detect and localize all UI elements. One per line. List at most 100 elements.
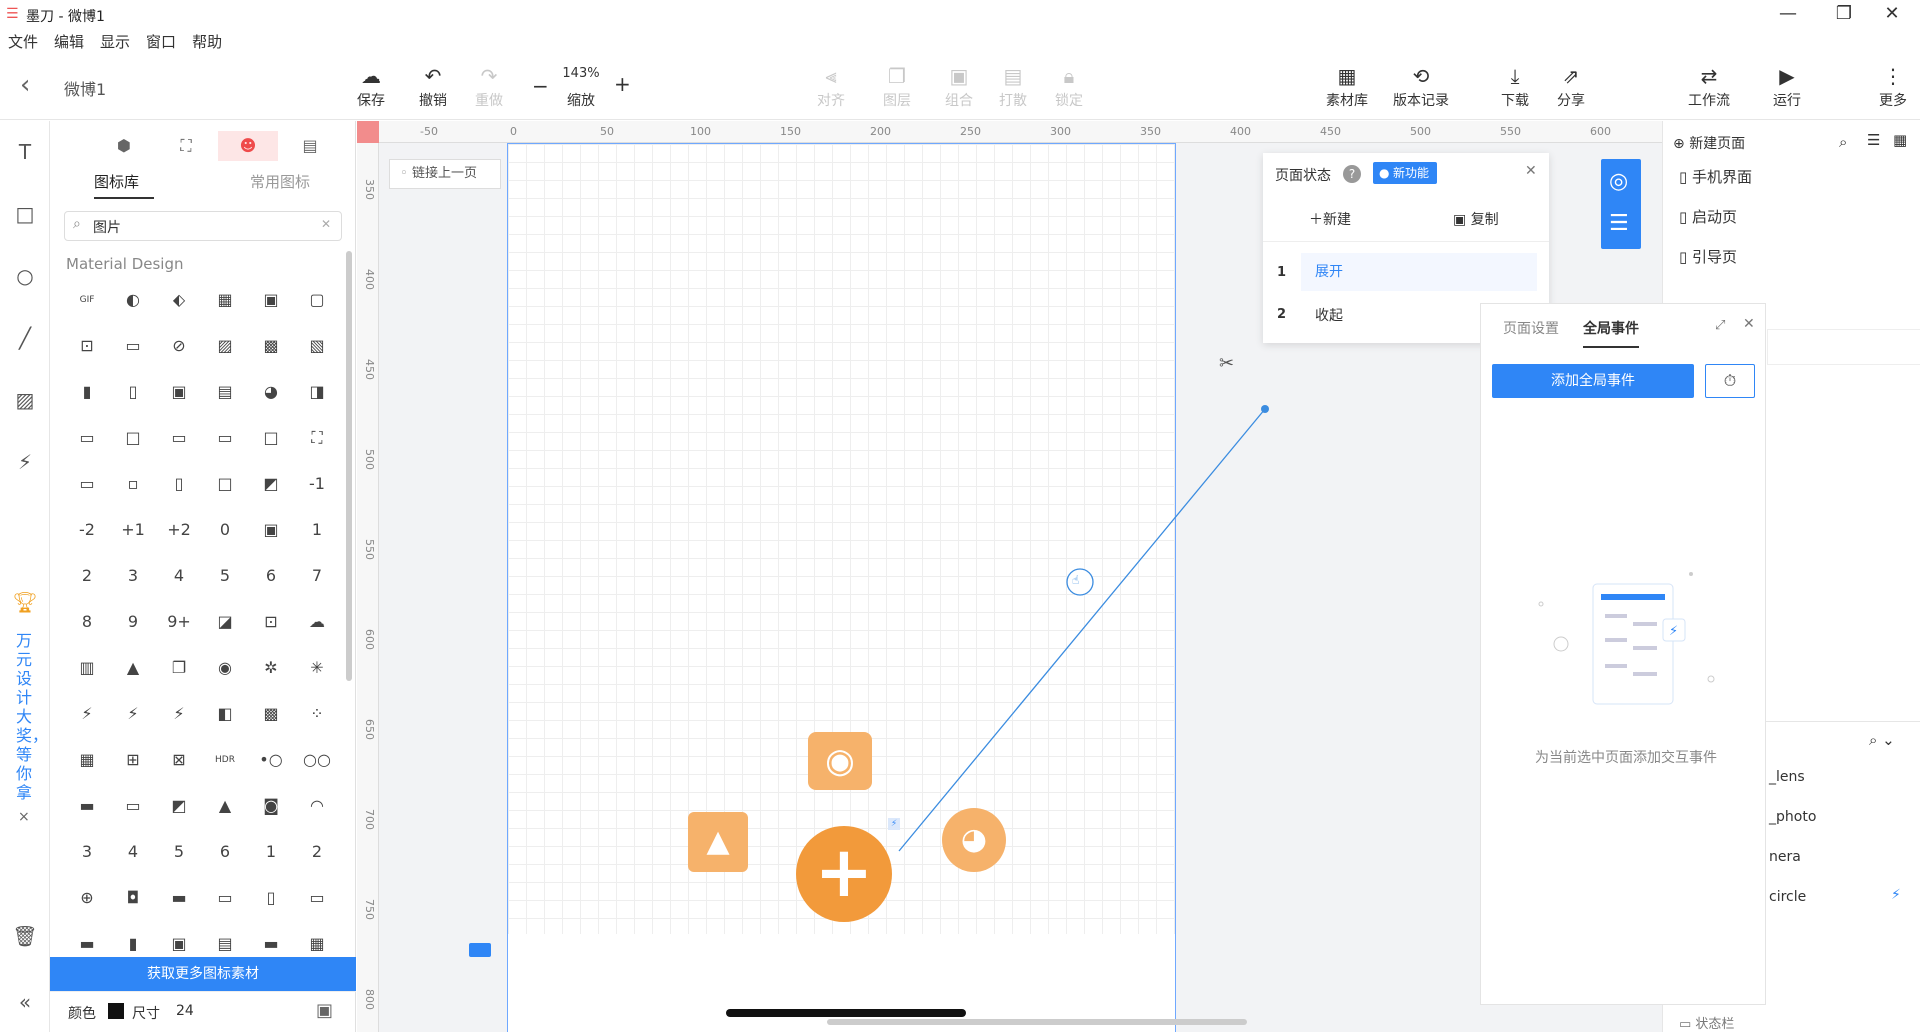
- group-button[interactable]: ▣ 组合: [934, 62, 984, 110]
- icon-grid-item[interactable]: 3: [110, 553, 156, 599]
- share-button[interactable]: ⇗ 分享: [1546, 62, 1596, 110]
- icon-grid-item[interactable]: ○○: [294, 737, 340, 783]
- collapse-icon[interactable]: «: [10, 987, 40, 1017]
- icon-grid-item[interactable]: GIF: [64, 277, 110, 323]
- icon-grid-item[interactable]: -1: [294, 461, 340, 507]
- page-item-splash[interactable]: ▯ 启动页: [1679, 197, 1737, 237]
- icon-grid-item[interactable]: 4: [156, 553, 202, 599]
- rectangle-tool-icon[interactable]: □: [10, 199, 40, 229]
- icon-grid-item[interactable]: ⛶: [294, 415, 340, 461]
- download-button[interactable]: ⤓ 下载: [1490, 62, 1540, 110]
- redo-button[interactable]: ↷ 重做: [464, 62, 514, 110]
- icon-grid-item[interactable]: ⚡: [110, 691, 156, 737]
- timer-icon[interactable]: ⏱: [1705, 364, 1755, 398]
- tab-page-settings[interactable]: 页面设置: [1503, 318, 1559, 338]
- icon-grid-item[interactable]: 6: [248, 553, 294, 599]
- icon-grid-item[interactable]: ✲: [248, 645, 294, 691]
- icon-grid-item[interactable]: ▦: [64, 737, 110, 783]
- promo-text[interactable]: 万元设计大奖，等你拿: [16, 631, 48, 802]
- circle-tool-icon[interactable]: ○: [10, 261, 40, 291]
- more-button[interactable]: ⋮ 更多: [1868, 62, 1918, 110]
- icon-grid-item[interactable]: □: [248, 415, 294, 461]
- scissors-icon[interactable]: ✂: [1219, 353, 1234, 374]
- image-preview-icon[interactable]: ▣: [316, 1000, 333, 1021]
- icon-grid-item[interactable]: ▦: [202, 277, 248, 323]
- icon-grid-item[interactable]: ◧: [202, 691, 248, 737]
- icon-grid-item[interactable]: ▧: [294, 323, 340, 369]
- icon-grid-item[interactable]: ▭: [110, 323, 156, 369]
- touch-icon[interactable]: ☝: [1072, 573, 1079, 587]
- icon-grid-item[interactable]: ◐: [110, 277, 156, 323]
- icon-grid-item[interactable]: +2: [156, 507, 202, 553]
- icon-grid-item[interactable]: 3: [64, 829, 110, 875]
- icon-grid-item[interactable]: •○: [248, 737, 294, 783]
- back-button[interactable]: ‹: [20, 70, 30, 100]
- layer-search-icon[interactable]: ⌕ ⌄: [1869, 731, 1895, 749]
- trash-icon[interactable]: 🗑︎: [10, 921, 40, 951]
- icon-grid-item[interactable]: □: [110, 415, 156, 461]
- icon-grid-item[interactable]: 2: [294, 829, 340, 875]
- icon-search-input[interactable]: 图片: [93, 217, 121, 237]
- color-swatch[interactable]: [108, 1003, 124, 1019]
- icon-grid-item[interactable]: ▲: [110, 645, 156, 691]
- comment-marker-icon[interactable]: [469, 943, 491, 957]
- list-view-icon[interactable]: ☰: [1867, 131, 1880, 149]
- minimize-button[interactable]: —: [1760, 0, 1816, 30]
- icon-grid-item[interactable]: ⊡: [64, 323, 110, 369]
- zoom-control[interactable]: 143% 缩放: [556, 66, 606, 110]
- ungroup-button[interactable]: ▤ 打散: [988, 62, 1038, 110]
- new-page-button[interactable]: ⊕ 新建页面: [1673, 133, 1745, 153]
- history-button[interactable]: ⟲ 版本记录: [1386, 62, 1456, 110]
- icon-grid-item[interactable]: ▮: [64, 369, 110, 415]
- icon-grid-item[interactable]: 4: [110, 829, 156, 875]
- search-pages-icon[interactable]: ⌕: [1839, 133, 1847, 151]
- icon-grid-item[interactable]: ◘: [110, 875, 156, 921]
- icon-grid-item[interactable]: ⁘: [294, 691, 340, 737]
- icon-grid-item[interactable]: ▥: [64, 645, 110, 691]
- menu-view[interactable]: 显示: [100, 30, 130, 54]
- icon-grid-item[interactable]: 5: [156, 829, 202, 875]
- icon-grid-item[interactable]: ⊘: [156, 323, 202, 369]
- icon-search-field[interactable]: ⌕ 图片 ✕: [64, 211, 342, 241]
- canvas-h-scrollbar[interactable]: [827, 1019, 1247, 1025]
- icon-grid-item[interactable]: ▫: [110, 461, 156, 507]
- icon-grid-item[interactable]: ⊠: [156, 737, 202, 783]
- layer-item[interactable]: nera: [1769, 849, 1801, 865]
- settings-sliders-icon[interactable]: ☰: [1609, 211, 1629, 236]
- state-panel-close[interactable]: ✕: [1525, 163, 1537, 179]
- get-more-icons-button[interactable]: 获取更多图标素材: [50, 957, 356, 991]
- state-item-collapse[interactable]: 收起: [1315, 305, 1343, 325]
- layer-button[interactable]: ❐ 图层: [872, 62, 922, 110]
- layer-item[interactable]: _photo: [1769, 809, 1816, 825]
- template-tab-icon[interactable]: ▤: [280, 131, 340, 161]
- component-tool-icon[interactable]: ⚡: [10, 447, 40, 477]
- icon-grid-item[interactable]: 9+: [156, 599, 202, 645]
- run-button[interactable]: ▶ 运行: [1762, 62, 1812, 110]
- icon-grid-item[interactable]: ◨: [294, 369, 340, 415]
- help-icon[interactable]: ?: [1343, 165, 1361, 183]
- icon-grid-item[interactable]: 8: [64, 599, 110, 645]
- page-item-mobile[interactable]: ▯ 手机界面: [1679, 157, 1752, 197]
- icon-grid-item[interactable]: ▨: [202, 323, 248, 369]
- icon-grid-item[interactable]: ▬: [156, 875, 202, 921]
- icon-grid-item[interactable]: ▭: [202, 415, 248, 461]
- layer-item-status-bar[interactable]: ▭ 状态栏: [1679, 1013, 1734, 1032]
- icon-grid-item[interactable]: ❐: [156, 645, 202, 691]
- icon-grid-item[interactable]: ☁: [294, 599, 340, 645]
- icon-grid-item[interactable]: □: [202, 461, 248, 507]
- icon-grid-item[interactable]: ⬖: [156, 277, 202, 323]
- icon-grid-item[interactable]: ⊞: [110, 737, 156, 783]
- grid-view-icon[interactable]: ▦: [1893, 131, 1907, 149]
- icon-grid-item[interactable]: ▭: [110, 783, 156, 829]
- target-icon[interactable]: ◎: [1609, 169, 1628, 194]
- icon-grid-item[interactable]: ◩: [248, 461, 294, 507]
- icon-grid-item[interactable]: ▤: [202, 369, 248, 415]
- icon-grid-item[interactable]: ▯: [156, 461, 202, 507]
- icon-grid-item[interactable]: ▣: [248, 277, 294, 323]
- icon-panel-scrollbar[interactable]: [346, 251, 352, 681]
- icon-grid-item[interactable]: ▭: [294, 875, 340, 921]
- layer-item[interactable]: _lens: [1769, 769, 1805, 785]
- icon-grid-item[interactable]: ▩: [248, 323, 294, 369]
- new-state-button[interactable]: ＋新建: [1309, 209, 1351, 229]
- icon-grid-item[interactable]: 9: [110, 599, 156, 645]
